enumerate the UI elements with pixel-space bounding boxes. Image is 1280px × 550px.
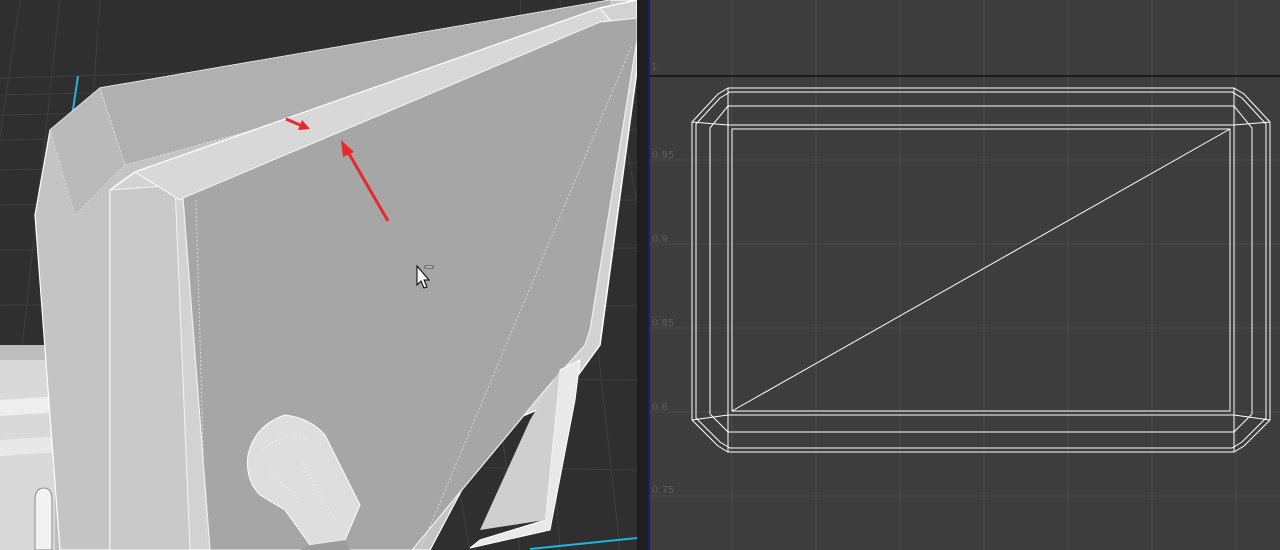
uv-grid [648, 0, 1280, 550]
viewport-splitter[interactable] [637, 0, 648, 550]
uv-tick-label: 0.85 [652, 318, 675, 329]
viewport-3d[interactable] [0, 0, 637, 550]
uv-tick-label: 0.9 [652, 234, 668, 245]
uv-shell-wireframe [691, 87, 1271, 453]
uv-editor[interactable]: 1 0.95 0.9 0.85 0.8 0.75 [648, 0, 1280, 550]
uv-axis-label-top: 1 [651, 62, 658, 73]
uv-tick-label: 0.8 [652, 402, 668, 413]
viewport-3d-canvas[interactable] [0, 0, 637, 550]
uv-tick-label: 0.75 [652, 485, 675, 496]
uv-tick-label: 0.95 [652, 150, 675, 161]
uv-editor-canvas[interactable] [648, 0, 1280, 550]
